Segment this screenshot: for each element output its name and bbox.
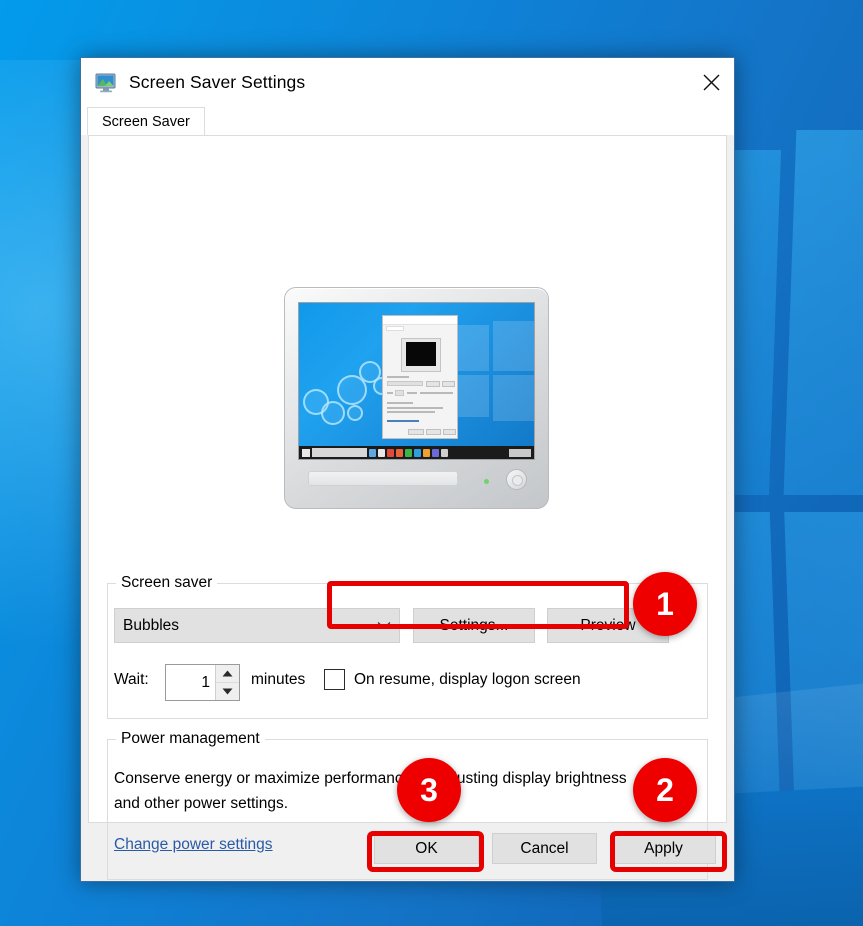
annotation-badge-3: 3 xyxy=(397,758,461,822)
dialog-footer: OK Cancel Apply xyxy=(81,823,734,881)
chevron-down-icon xyxy=(377,617,391,635)
power-management-group-label: Power management xyxy=(116,730,265,748)
wait-minutes-stepper[interactable]: 1 xyxy=(165,664,240,701)
tab-page-screen-saver: Screen saver Bubbles Settings... Preview… xyxy=(88,135,727,823)
nested-tab xyxy=(386,326,404,331)
logon-checkbox-label: On resume, display logon screen xyxy=(354,671,581,689)
close-icon[interactable] xyxy=(688,58,734,107)
ok-button[interactable]: OK xyxy=(374,833,479,864)
nested-dialog-thumbnail xyxy=(382,315,458,439)
monitor-preview xyxy=(284,287,549,509)
annotation-badge-2: 2 xyxy=(633,758,697,822)
screen-saver-group-label: Screen saver xyxy=(116,574,217,592)
screen-saver-group: Screen saver Bubbles Settings... Preview… xyxy=(107,583,708,719)
apply-button[interactable]: Apply xyxy=(611,833,716,864)
tab-strip: Screen Saver xyxy=(81,107,734,135)
mini-logo-pane-2 xyxy=(493,321,535,371)
logon-checkbox-row[interactable]: On resume, display logon screen xyxy=(324,669,581,690)
wallpaper-window-pane-2 xyxy=(784,130,863,495)
mini-logo-pane-4 xyxy=(493,375,535,421)
screen-saver-settings-dialog: Screen Saver Settings Screen Saver xyxy=(80,57,735,882)
annotation-badge-1: 1 xyxy=(633,572,697,636)
nested-taskbar xyxy=(299,446,534,459)
mini-logo-pane-1 xyxy=(457,325,489,371)
wait-minutes-input[interactable]: 1 xyxy=(166,665,215,700)
minutes-label: minutes xyxy=(251,671,305,689)
tab-screen-saver[interactable]: Screen Saver xyxy=(87,107,205,135)
settings-button[interactable]: Settings... xyxy=(413,608,535,643)
tab-label: Screen Saver xyxy=(102,114,190,130)
nested-title-bar xyxy=(383,316,457,325)
stepper-up-icon[interactable] xyxy=(216,665,239,683)
screen-saver-dropdown[interactable]: Bubbles xyxy=(114,608,400,643)
monitor-screen xyxy=(298,302,535,460)
title-bar: Screen Saver Settings xyxy=(81,58,734,107)
logon-checkbox[interactable] xyxy=(324,669,345,690)
stepper-buttons xyxy=(215,665,239,700)
monitor-chin xyxy=(298,467,535,493)
window-title: Screen Saver Settings xyxy=(129,72,305,93)
power-led-icon xyxy=(484,479,489,484)
nested-monitor-preview xyxy=(401,338,441,372)
power-button-icon xyxy=(506,469,527,490)
cancel-button[interactable]: Cancel xyxy=(492,833,597,864)
screen-saver-dropdown-value: Bubbles xyxy=(123,617,179,635)
mini-logo-pane-3 xyxy=(457,375,489,417)
power-management-description: Conserve energy or maximize performance … xyxy=(114,766,634,816)
wait-label: Wait: xyxy=(114,671,149,689)
stepper-down-icon[interactable] xyxy=(216,683,239,701)
monitor-icon xyxy=(95,73,117,93)
monitor-slot xyxy=(308,471,458,486)
